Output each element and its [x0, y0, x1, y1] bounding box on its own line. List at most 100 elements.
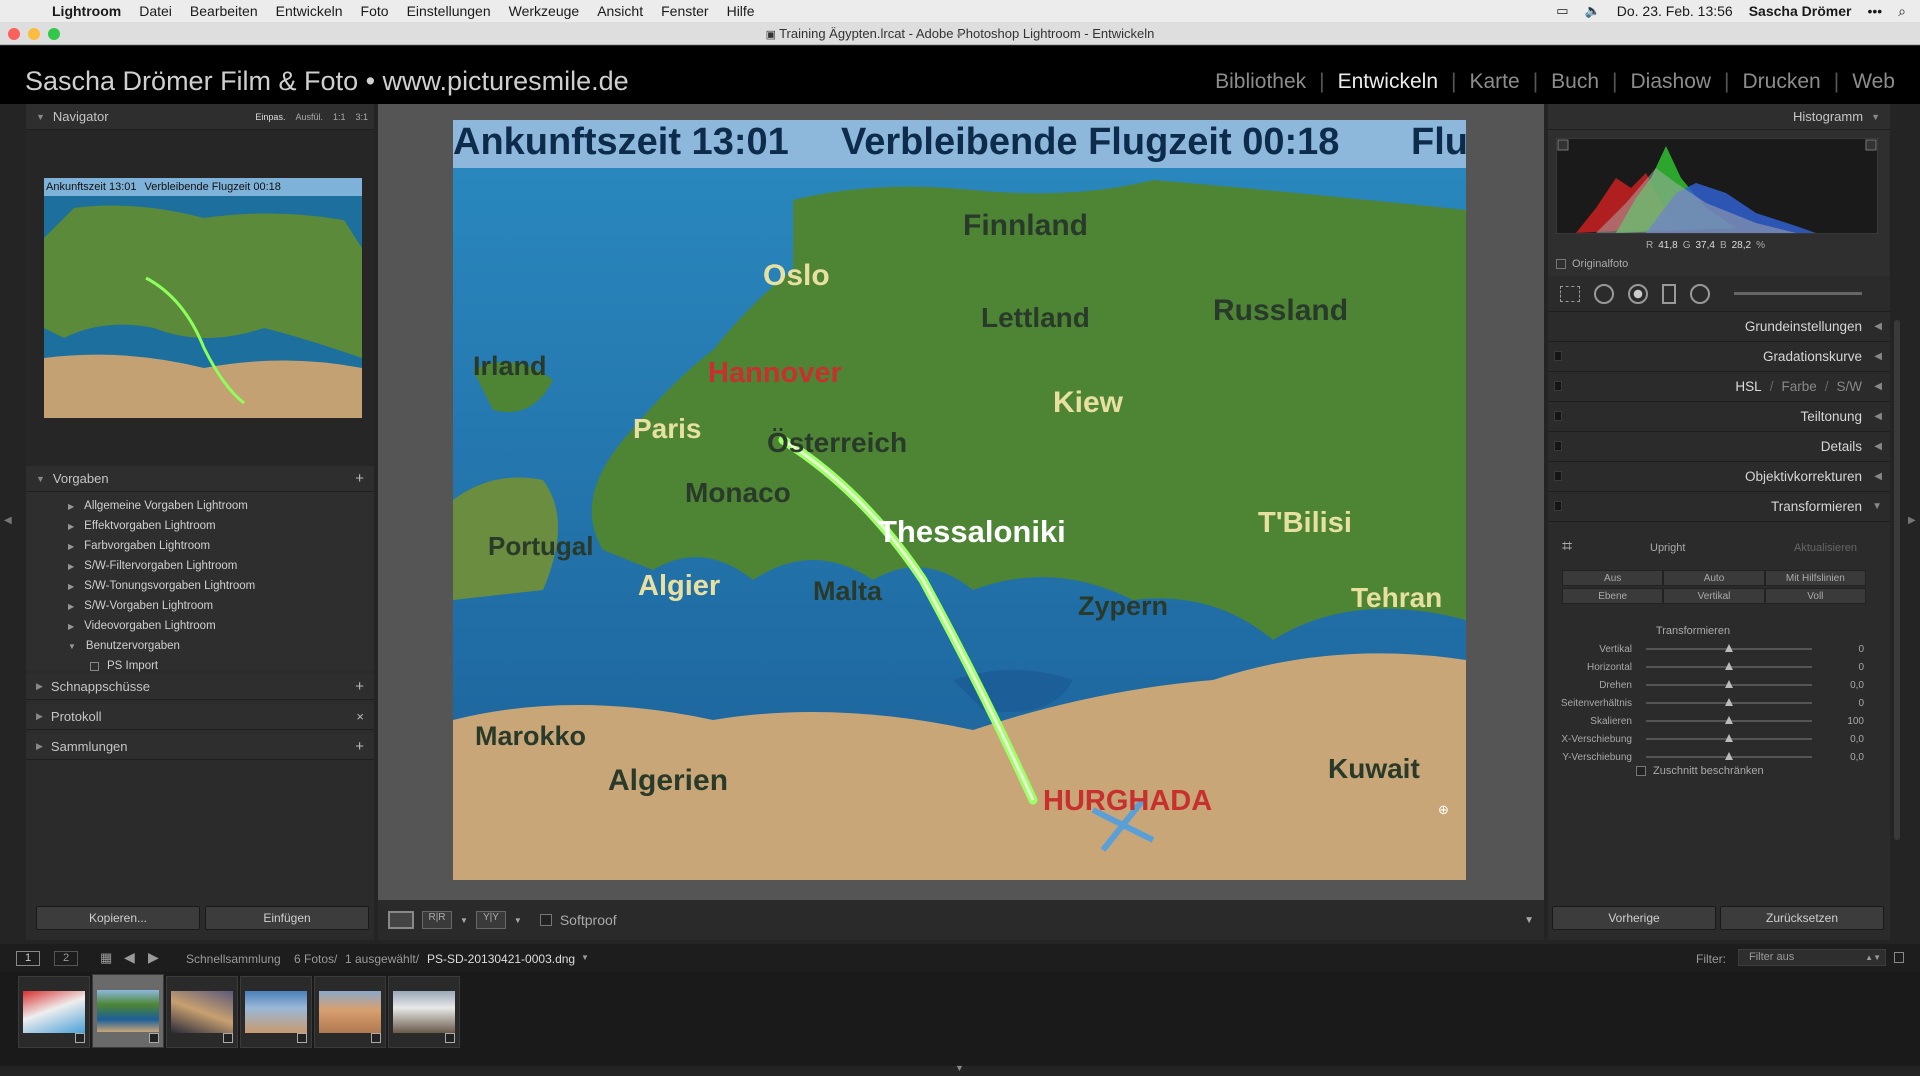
graduated-filter-icon[interactable]: [1662, 283, 1676, 304]
menu-einstellungen[interactable]: Einstellungen: [407, 3, 491, 19]
panel-switch-icon[interactable]: [1554, 501, 1562, 511]
crop-tool-icon[interactable]: [1560, 285, 1580, 302]
slider-value[interactable]: 0,0: [1812, 752, 1864, 763]
navigator-header[interactable]: ▼ Navigator Einpas. Ausfül. 1:1 3:1: [26, 104, 374, 130]
section-lens-corrections[interactable]: Objektivkorrekturen ◀: [1548, 462, 1890, 492]
preset-folder[interactable]: ▶ Videovorgaben Lightroom: [26, 616, 374, 636]
section-split-toning[interactable]: Teiltonung ◀: [1548, 402, 1890, 432]
module-entwickeln[interactable]: Entwickeln: [1325, 70, 1451, 94]
original-checkbox[interactable]: [1556, 259, 1566, 269]
slider-handle[interactable]: [1725, 698, 1733, 706]
filmstrip-thumbnail[interactable]: [240, 976, 312, 1048]
filmstrip-thumbnail[interactable]: [18, 976, 90, 1048]
guided-upright-icon[interactable]: ⌗: [1562, 536, 1572, 557]
module-bibliothek[interactable]: Bibliothek: [1202, 70, 1319, 94]
section-transform[interactable]: Transformieren ▼: [1548, 492, 1890, 522]
previous-button[interactable]: Vorherige: [1552, 906, 1716, 930]
slider-handle[interactable]: [1725, 716, 1733, 724]
copy-settings-button[interactable]: Kopieren...: [36, 906, 200, 930]
menu-werkzeuge[interactable]: Werkzeuge: [509, 3, 580, 19]
transform-slider-row[interactable]: Y-Verschiebung 0,0: [1548, 748, 1864, 766]
menu-bearbeiten[interactable]: Bearbeiten: [190, 3, 258, 19]
slider-handle[interactable]: [1725, 680, 1733, 688]
module-buch[interactable]: Buch: [1538, 70, 1612, 94]
update-button[interactable]: Aktualisieren: [1794, 542, 1857, 554]
preset-folder[interactable]: ▶ Allgemeine Vorgaben Lightroom: [26, 496, 374, 516]
histogram-header[interactable]: Histogramm ▼: [1548, 104, 1890, 130]
slider-handle[interactable]: [1725, 644, 1733, 652]
chevron-down-icon[interactable]: ▼: [581, 953, 589, 962]
screen-1-button[interactable]: 1: [16, 951, 40, 966]
module-drucken[interactable]: Drucken: [1730, 70, 1834, 94]
histogram-area[interactable]: R 41,8 G 37,4 B 28,2 % Originalfoto: [1548, 130, 1890, 276]
preset-item[interactable]: PS Import: [26, 656, 374, 676]
slider-track[interactable]: [1646, 680, 1812, 688]
screen-mirror-icon[interactable]: ▭: [1556, 3, 1568, 19]
softproof-checkbox[interactable]: [539, 914, 552, 926]
navigator-thumbnail[interactable]: Ankunftszeit 13:01 Verbleibende Flugzeit …: [44, 178, 362, 418]
user-name[interactable]: Sascha Drömer: [1749, 3, 1852, 19]
zoom-window-icon[interactable]: [48, 28, 60, 40]
slider-value[interactable]: 0: [1812, 698, 1864, 709]
filename-dropdown[interactable]: PS-SD-20130421-0003.dng: [427, 952, 575, 966]
slider-value[interactable]: 0: [1812, 644, 1864, 655]
snapshots-header[interactable]: ▶ Schnappschüsse +: [26, 674, 374, 700]
upright-auto-button[interactable]: Auto: [1663, 570, 1765, 586]
upright-level-button[interactable]: Ebene: [1562, 588, 1664, 604]
back-arrow-icon[interactable]: ◀: [124, 949, 135, 966]
volume-icon[interactable]: 🔈: [1585, 3, 1601, 19]
slider-handle[interactable]: [1725, 734, 1733, 742]
zoom-fill[interactable]: Ausfül.: [295, 112, 323, 122]
reset-button[interactable]: Zurücksetzen: [1720, 906, 1884, 930]
module-diashow[interactable]: Diashow: [1618, 70, 1725, 94]
hsl-tab[interactable]: HSL: [1735, 379, 1761, 394]
transform-slider-row[interactable]: X-Verschiebung 0,0: [1548, 730, 1864, 748]
transform-slider-row[interactable]: Vertikal 0: [1548, 640, 1864, 658]
add-preset-icon[interactable]: +: [355, 470, 364, 487]
screen-2-button[interactable]: 2: [54, 951, 78, 966]
clock[interactable]: Do. 23. Feb. 13:56: [1617, 3, 1733, 19]
close-window-icon[interactable]: [8, 28, 20, 40]
slider-value[interactable]: 0: [1812, 662, 1864, 673]
panel-switch-icon[interactable]: [1554, 441, 1562, 451]
preset-folder-open[interactable]: ▼ Benutzervorgaben: [26, 636, 374, 656]
slider-track[interactable]: [1646, 698, 1812, 706]
source-label[interactable]: Schnellsammlung: [186, 952, 281, 966]
module-web[interactable]: Web: [1839, 70, 1908, 94]
panel-switch-icon[interactable]: [1554, 351, 1562, 361]
menu-foto[interactable]: Foto: [361, 3, 389, 19]
bw-tab[interactable]: S/W: [1837, 379, 1863, 394]
filter-dropdown[interactable]: Filter aus ▲▼: [1738, 949, 1886, 966]
add-snapshot-icon[interactable]: +: [355, 678, 364, 695]
zoom-3-1[interactable]: 3:1: [355, 112, 368, 122]
menu-datei[interactable]: Datei: [139, 3, 172, 19]
transform-slider-row[interactable]: Horizontal 0: [1548, 658, 1864, 676]
slider-track[interactable]: [1646, 752, 1812, 760]
section-hsl[interactable]: HSL / Farbe / S/W ◀: [1548, 372, 1890, 402]
slider-handle[interactable]: [1725, 752, 1733, 760]
menu-fenster[interactable]: Fenster: [661, 3, 708, 19]
upright-guided-button[interactable]: Mit Hilfslinien: [1764, 570, 1866, 586]
top-panel-toggle-icon[interactable]: ▲: [955, 28, 964, 38]
transform-slider-row[interactable]: Seitenverhältnis 0: [1548, 694, 1864, 712]
constrain-crop[interactable]: Zuschnitt beschränken: [1636, 765, 1764, 777]
spot-removal-icon[interactable]: [1594, 283, 1614, 304]
constrain-checkbox[interactable]: [1636, 766, 1646, 776]
slider-track[interactable]: [1646, 662, 1812, 670]
slider-track[interactable]: [1646, 734, 1812, 742]
preset-folder[interactable]: ▶ S/W-Filtervorgaben Lightroom: [26, 556, 374, 576]
toolbar-menu-icon[interactable]: ▼: [1524, 915, 1534, 926]
right-scrollbar[interactable]: [1894, 320, 1900, 840]
main-photo[interactable]: Ankunftszeit 13:01 Verbleibende Flugzeit…: [453, 120, 1466, 880]
panel-switch-icon[interactable]: [1554, 381, 1562, 391]
section-tone-curve[interactable]: Gradationskurve ◀: [1548, 342, 1890, 372]
presets-header[interactable]: ▼ Vorgaben +: [26, 466, 374, 492]
preset-folder[interactable]: ▶ Farbvorgaben Lightroom: [26, 536, 374, 556]
module-karte[interactable]: Karte: [1456, 70, 1532, 94]
clear-history-icon[interactable]: ×: [356, 709, 364, 724]
preset-folder[interactable]: ▶ Effektvorgaben Lightroom: [26, 516, 374, 536]
upright-vertical-button[interactable]: Vertikal: [1663, 588, 1765, 604]
transform-slider-row[interactable]: Drehen 0,0: [1548, 676, 1864, 694]
menu-hilfe[interactable]: Hilfe: [727, 3, 755, 19]
bottom-panel-toggle-icon[interactable]: ▼: [955, 1064, 964, 1073]
